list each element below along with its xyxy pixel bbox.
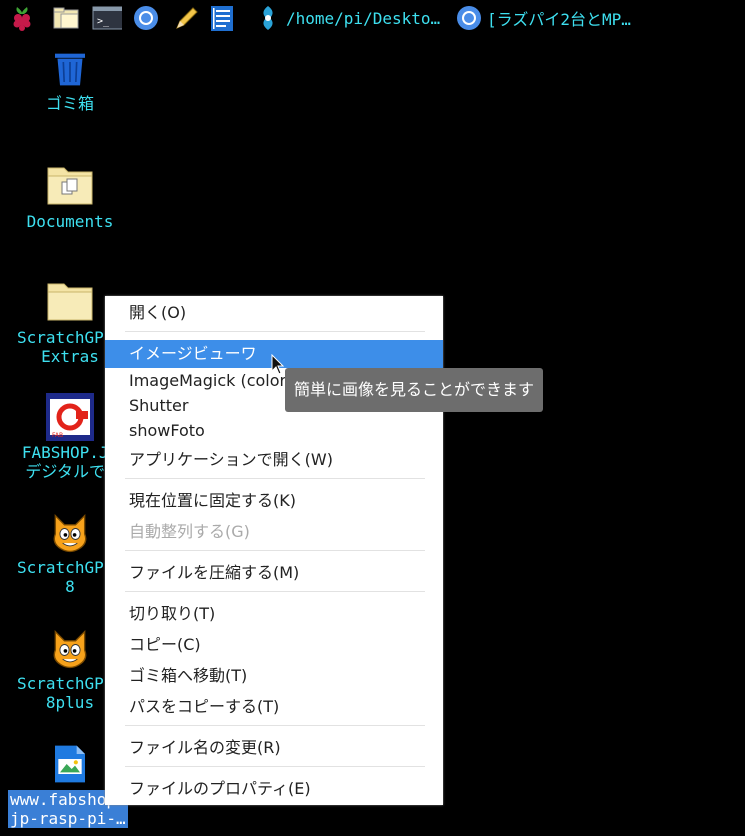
menu-item-label: ファイルのプロパティ(E) (129, 779, 311, 798)
trash-icon (55, 53, 85, 86)
desktop-icon-label: jp-rasp-pi-… (8, 809, 128, 828)
document-viewer-icon (211, 6, 233, 31)
menu-item-copy-path[interactable]: パスをコピーする(T) (105, 693, 443, 721)
task-label: [ラズパイ2台とMP… (487, 10, 631, 29)
desktop-icon-label: Documents (26, 212, 114, 231)
menu-separator (125, 478, 425, 479)
raspberry-menu-button[interactable] (8, 3, 36, 33)
mouse-cursor-icon (271, 354, 285, 375)
fabshop-icon: FAB (46, 393, 94, 441)
menu-item-label: showFoto (129, 421, 205, 440)
image-file-icon (55, 745, 85, 783)
menu-item-showfoto[interactable]: showFoto (105, 417, 443, 445)
chromium-icon (134, 6, 158, 30)
menu-item-pin-position[interactable]: 現在位置に固定する(K) (105, 487, 443, 515)
menu-item-label: ゴミ箱へ移動(T) (129, 666, 248, 685)
file-manager-icon (53, 7, 79, 29)
svg-text:FAB: FAB (52, 432, 63, 439)
menu-item-label: ファイルを圧縮する(M) (129, 563, 300, 582)
task-chromium[interactable]: [ラズパイ2台とMP… (455, 3, 631, 33)
menu-separator (125, 725, 425, 726)
chromium-window-icon (457, 6, 481, 30)
chromium-launcher[interactable] (132, 3, 160, 33)
menu-item-label: 現在位置に固定する(K) (129, 491, 296, 510)
menu-item-label: 自動整列する(G) (129, 522, 250, 541)
folder-documents-icon (47, 167, 93, 205)
text-editor-launcher[interactable] (172, 3, 200, 33)
text-editor-icon (176, 7, 198, 29)
menu-item-open-with[interactable]: アプリケーションで開く(W) (105, 446, 443, 474)
desktop-icon-trash[interactable]: ゴミ箱 (0, 52, 140, 113)
menu-item-label: パスをコピーする(T) (129, 697, 280, 716)
tooltip: 簡単に画像を見ることができます (285, 368, 543, 412)
menu-item-copy[interactable]: コピー(C) (105, 631, 443, 659)
menu-separator (125, 331, 425, 332)
menu-item-label: アプリケーションで開く(W) (129, 450, 333, 469)
menu-item-label: ファイル名の変更(R) (129, 738, 281, 757)
menu-item-label: 開く(O) (129, 303, 187, 322)
terminal-launcher[interactable]: >_ (90, 3, 122, 33)
menu-separator (125, 591, 425, 592)
raspberry-icon (13, 7, 31, 31)
task-file-manager[interactable]: /home/pi/Deskto… (254, 3, 440, 33)
taskbar: >_ /home/pi/Deskto… [ラズパイ2台とMP… (0, 0, 745, 36)
menu-item-label: Shutter (129, 396, 189, 415)
menu-item-auto-arrange: 自動整列する(G) (105, 518, 443, 546)
menu-item-label: 切り取り(T) (129, 604, 216, 623)
file-manager-window-icon (263, 6, 273, 30)
svg-text:>_: >_ (97, 16, 110, 27)
desktop-icon-documents[interactable]: Documents (0, 162, 140, 231)
terminal-icon: >_ (92, 6, 122, 30)
menu-item-compress[interactable]: ファイルを圧縮する(M) (105, 559, 443, 587)
menu-item-properties[interactable]: ファイルのプロパティ(E) (105, 775, 443, 803)
file-manager-launcher[interactable] (52, 3, 80, 33)
menu-separator (125, 766, 425, 767)
desktop-icon-label: ゴミ箱 (45, 94, 94, 113)
menu-item-cut[interactable]: 切り取り(T) (105, 600, 443, 628)
scratch-cat-icon (53, 630, 87, 669)
menu-item-move-to-trash[interactable]: ゴミ箱へ移動(T) (105, 662, 443, 690)
scratch-cat-icon (53, 514, 87, 553)
menu-separator (125, 550, 425, 551)
folder-icon (47, 283, 93, 321)
menu-item-rename[interactable]: ファイル名の変更(R) (105, 734, 443, 762)
document-viewer-launcher[interactable] (208, 3, 236, 33)
menu-item-label: イメージビューワ (129, 344, 257, 363)
task-label: /home/pi/Deskto… (286, 8, 441, 28)
menu-item-open[interactable]: 開く(O) (105, 299, 443, 327)
menu-item-label: コピー(C) (129, 635, 201, 654)
